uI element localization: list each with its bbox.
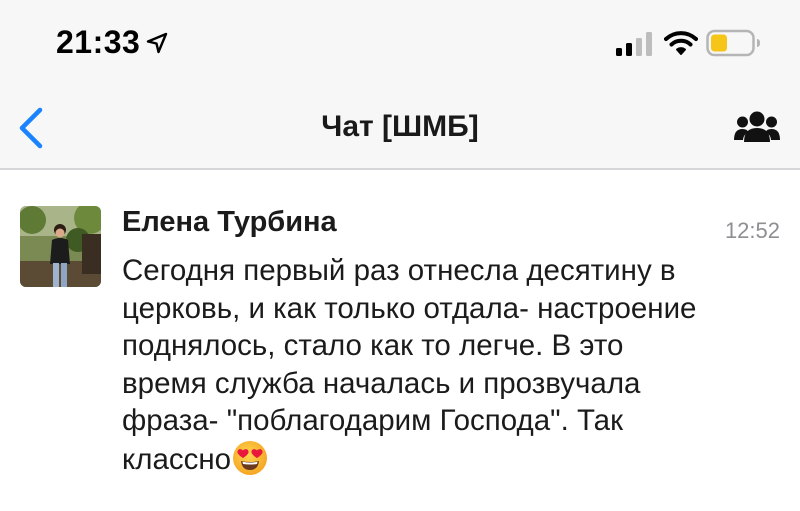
message-line: время служба началась и прозвучала <box>122 366 641 400</box>
message-line: Сегодня первый раз отнесла десятину в <box>122 254 676 287</box>
message-line: церковь, и как только отдала- настроение <box>122 291 697 325</box>
status-time: 21:33 <box>56 24 141 60</box>
battery-icon <box>706 29 760 57</box>
chat-screen: 21:33 Чат [ШМБ] Елена Турбина 12:52 Сего… <box>0 0 800 511</box>
heart-eyes-emoji-icon <box>233 440 268 475</box>
sender-name: Елена Турбина <box>122 206 337 238</box>
avatar[interactable] <box>20 206 101 287</box>
message-timestamp: 12:52 <box>724 218 780 243</box>
message-text: Сегодня первый раз отнесла десятину в це… <box>122 252 762 478</box>
group-icon <box>734 111 780 142</box>
chat-title: Чат [ШМБ] <box>321 110 479 143</box>
navigation-bar: Чат [ШМБ] <box>0 90 800 170</box>
location-arrow-icon <box>146 32 168 54</box>
group-members-button[interactable] <box>734 110 780 146</box>
message-line-text: классно <box>122 442 232 476</box>
avatar-photo <box>20 206 101 287</box>
message-line: фраза- "поблагодарим Господа". Так <box>122 404 623 437</box>
message-line: поднялось, стало как то легче. В это <box>122 329 624 362</box>
status-bar: 21:33 <box>0 0 800 90</box>
cellular-signal-icon <box>616 32 652 56</box>
wifi-icon <box>664 31 698 55</box>
message-line-last: классно <box>122 440 762 479</box>
